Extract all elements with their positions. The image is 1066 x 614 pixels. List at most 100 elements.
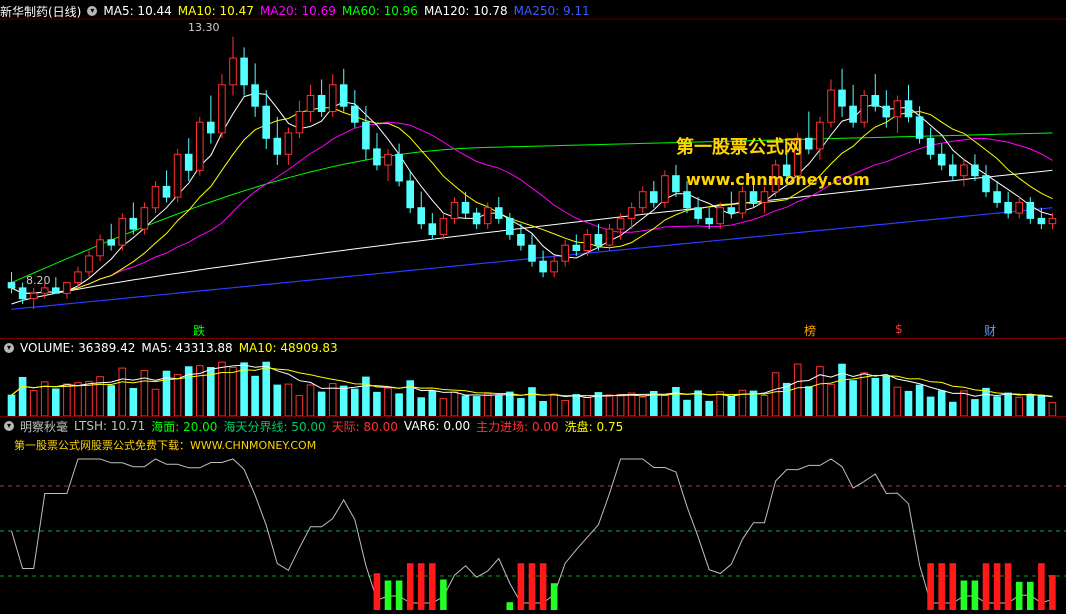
event-marker-list[interactable]: 榜 — [804, 322, 816, 339]
event-marker-fall[interactable]: 跌 — [193, 322, 205, 339]
candle-body — [1026, 201, 1035, 219]
candle-body — [184, 153, 193, 171]
volume-bar — [960, 390, 968, 417]
candle-body — [838, 89, 846, 107]
volume-bar — [627, 392, 636, 417]
volume-bar — [262, 361, 270, 417]
event-marker-finance[interactable]: 财 — [984, 322, 996, 339]
volume-bar — [1004, 392, 1012, 417]
candle-body — [882, 105, 891, 118]
chevron-down-icon[interactable]: ▾ — [4, 421, 14, 431]
candle-body — [816, 121, 824, 150]
candle-body — [937, 153, 946, 166]
candle-body — [528, 244, 536, 262]
candle-body — [328, 84, 337, 113]
indicator-washout: 洗盘: 0.75 — [564, 419, 624, 434]
volume-bar — [1048, 402, 1057, 417]
volume-bar — [771, 372, 780, 417]
volume-bar — [362, 376, 370, 417]
volume-bar — [373, 391, 381, 417]
candle-body — [993, 191, 1001, 203]
volume-ma5-value: MA5: 43313.88 — [141, 341, 233, 355]
volume-bar — [539, 401, 547, 417]
washout-bar — [1015, 581, 1023, 610]
washout-bar — [395, 580, 403, 610]
volume-bar — [395, 393, 403, 417]
candle-body — [805, 137, 813, 150]
volume-bar — [118, 367, 127, 417]
volume-bar — [672, 387, 680, 417]
candle-body — [417, 207, 425, 225]
washout-bar — [384, 580, 392, 610]
volume-bar — [860, 372, 869, 417]
volume-bar — [229, 366, 237, 417]
volume-bar — [528, 387, 536, 417]
main-entry-bar — [927, 563, 934, 610]
candle-body — [439, 217, 448, 235]
volume-bar — [52, 388, 60, 417]
candle-body — [683, 191, 691, 209]
main-entry-bar — [528, 563, 536, 610]
candle-body — [52, 287, 60, 294]
volume-bar — [461, 395, 470, 417]
stock-name: 新华制药(日线) — [0, 4, 82, 19]
candle-body — [18, 287, 27, 300]
volume-bar — [871, 377, 880, 417]
volume-bar — [561, 399, 570, 417]
ma60-value: MA60: 10.96 — [341, 4, 418, 18]
volume-bar — [827, 383, 835, 417]
candle-body — [240, 57, 248, 86]
volume-bar — [107, 385, 116, 417]
candle-body — [849, 105, 857, 123]
chevron-down-icon[interactable]: ▾ — [87, 6, 98, 16]
volume-bar — [915, 384, 924, 417]
candle-body — [196, 121, 204, 171]
event-marker-dollar[interactable]: $ — [895, 322, 903, 336]
candle-body — [40, 287, 49, 294]
candle-body — [74, 271, 82, 284]
volume-bar — [849, 380, 857, 417]
volume-chart[interactable] — [0, 356, 1066, 418]
washout-bar — [1027, 581, 1034, 610]
main-entry-bar — [1004, 563, 1012, 610]
volume-bar — [317, 391, 326, 417]
candle-body — [960, 164, 968, 177]
volume-bar — [1026, 394, 1035, 417]
washout-bar — [960, 580, 968, 610]
candle-body — [262, 105, 270, 139]
volume-bar — [417, 397, 425, 417]
volume-bar — [472, 396, 481, 417]
volume-bar — [306, 384, 315, 417]
candle-body — [572, 244, 581, 251]
high-price-label: 13.30 — [188, 21, 220, 34]
chevron-down-icon[interactable]: ▾ — [4, 343, 14, 353]
candle-body — [616, 217, 625, 230]
candle-body — [605, 228, 614, 246]
ma20-line — [11, 121, 1053, 294]
washout-bar — [440, 579, 447, 610]
candle-body — [495, 207, 503, 219]
indicator-name: 明察秋毫 — [20, 419, 69, 434]
volume-bar — [904, 390, 913, 417]
candle-body — [749, 191, 758, 203]
low-price-label: 8.20 — [26, 274, 51, 287]
washout-bar — [506, 602, 514, 610]
volume-bar — [151, 388, 160, 417]
indicator-chart[interactable] — [0, 452, 1066, 612]
candle-body — [229, 57, 237, 86]
candle-body — [162, 185, 171, 198]
candlestick-chart[interactable] — [0, 18, 1066, 338]
volume-bar — [450, 391, 459, 417]
volume-bar — [793, 363, 802, 417]
indicator-boundary: 海天分界线: 50.00 — [223, 419, 326, 434]
volume-bar — [218, 361, 226, 417]
promo-text[interactable]: 第一股票公式网股票公式免费下载：WWW.CHNMONEY.COM — [14, 437, 316, 453]
volume-bar — [716, 391, 725, 417]
candle-body — [140, 207, 149, 230]
volume-bar — [428, 390, 437, 417]
volume-bar — [1015, 396, 1024, 417]
volume-bar — [240, 362, 248, 417]
candle-body — [893, 100, 902, 118]
main-entry-bar — [539, 563, 547, 610]
candle-body — [472, 212, 481, 225]
